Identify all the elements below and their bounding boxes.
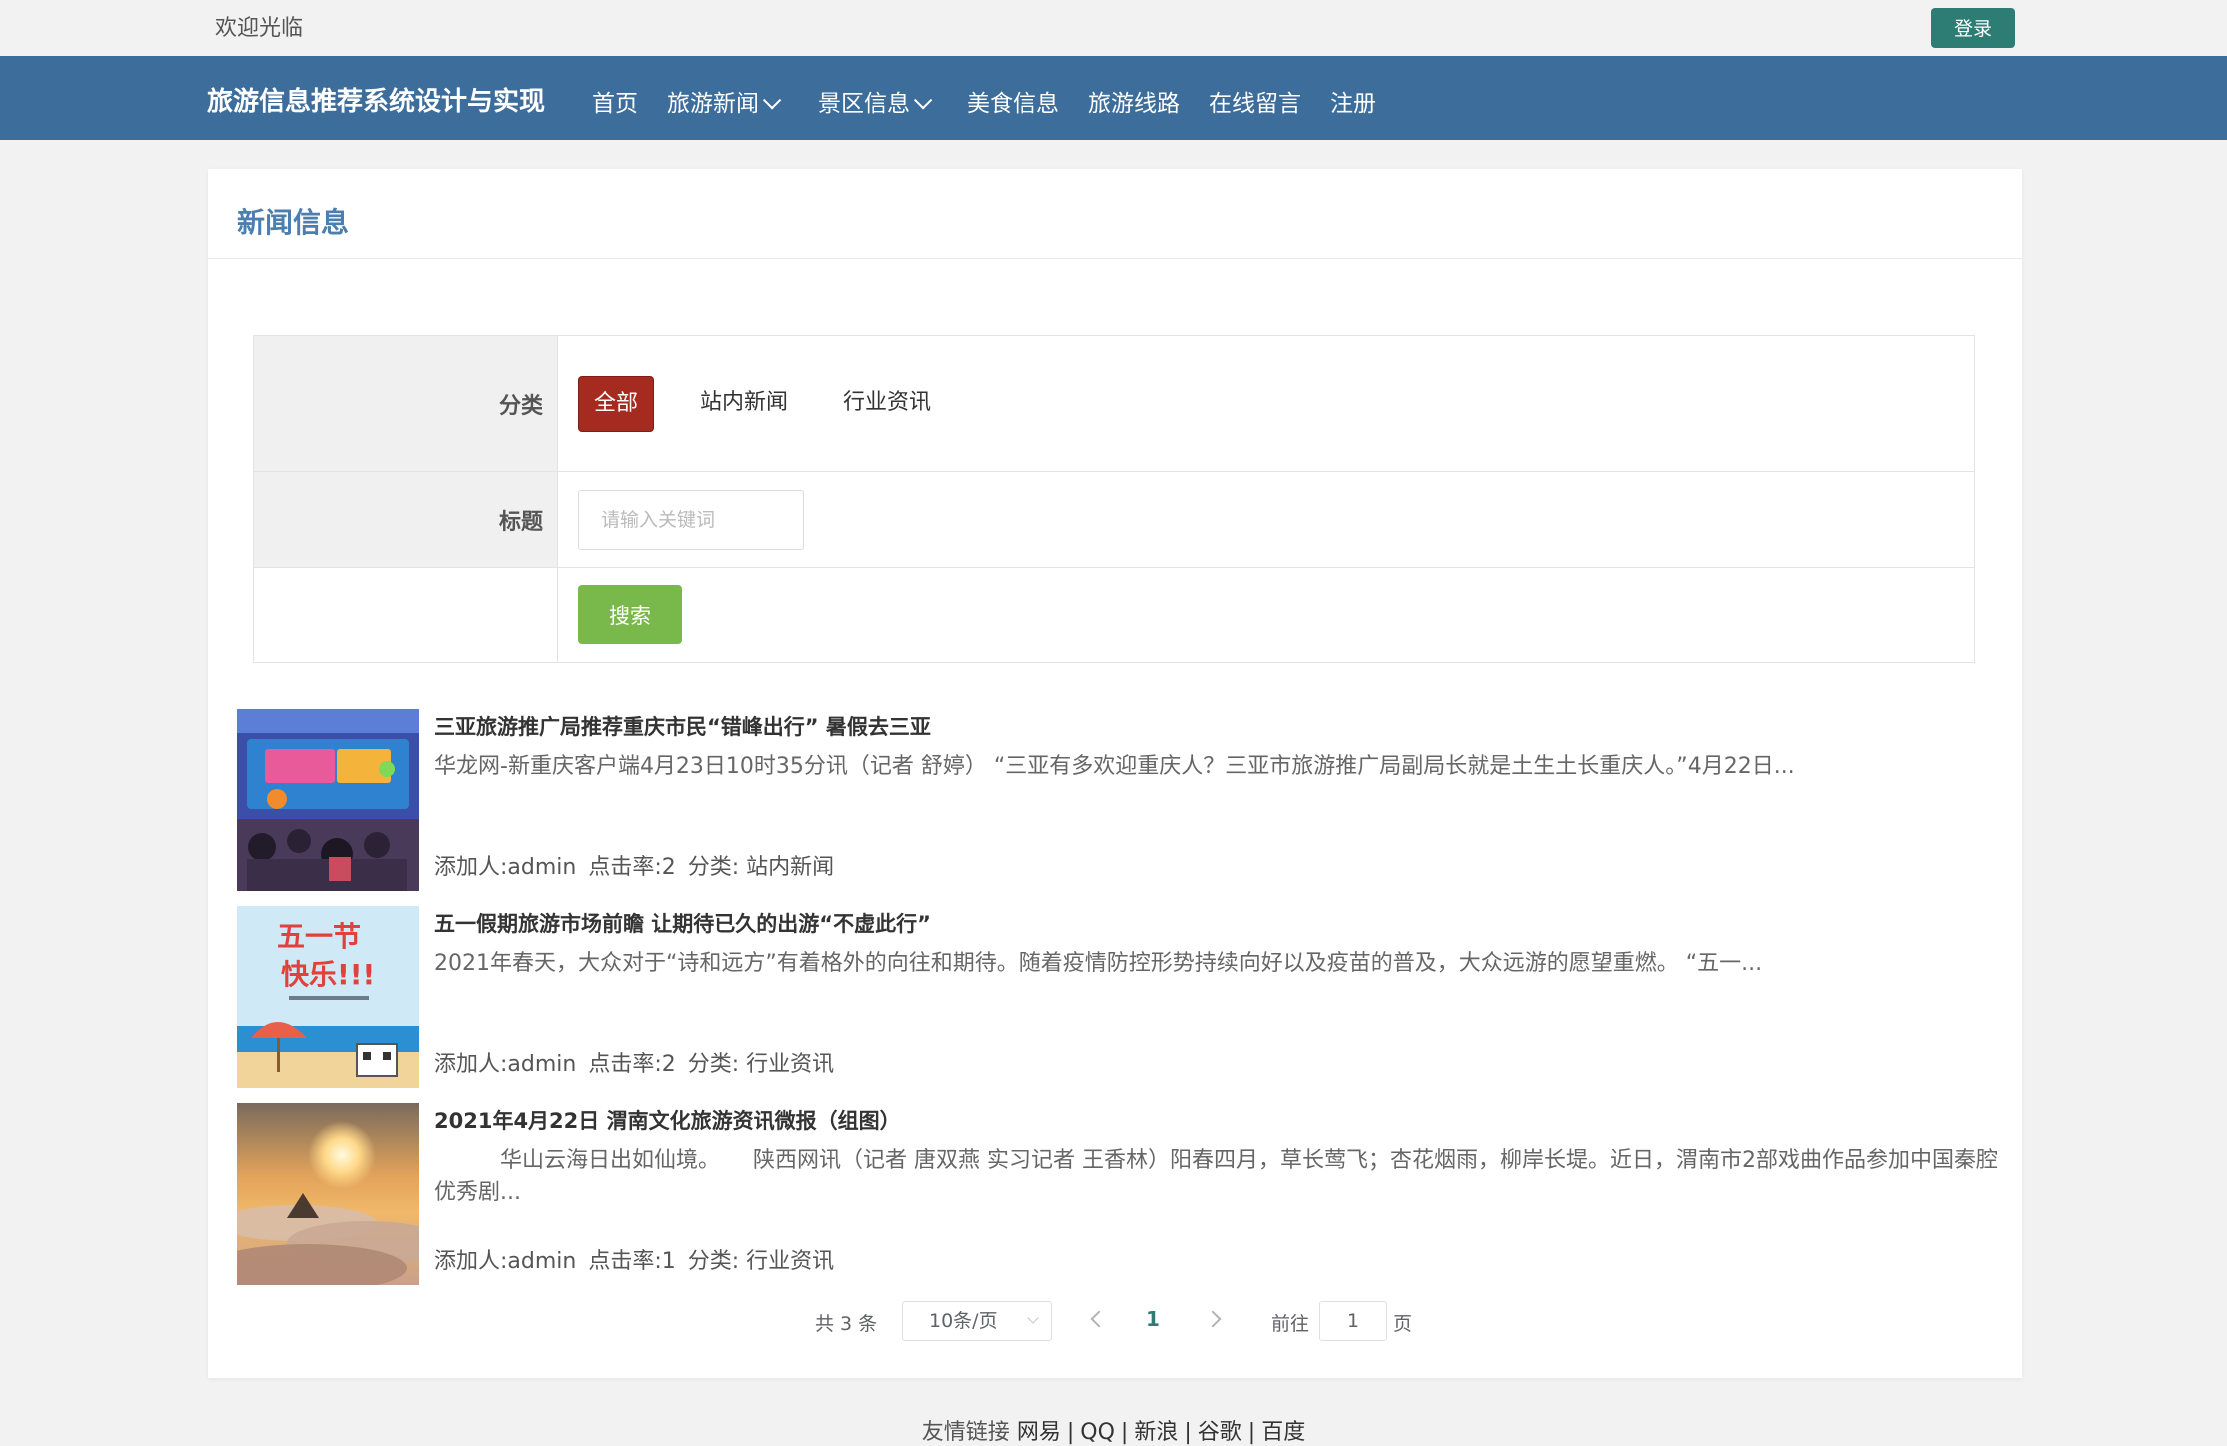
nav-item-home[interactable]: 首页 xyxy=(592,84,638,118)
nav-item-scenic-info[interactable]: 景区信息 xyxy=(818,84,933,118)
next-page-icon[interactable] xyxy=(1204,1310,1222,1328)
nav-item-label: 美食信息 xyxy=(967,91,1059,117)
chevron-down-icon xyxy=(913,91,933,110)
news-thumbnail[interactable] xyxy=(237,1103,419,1285)
nav-item-label: 旅游新闻 xyxy=(667,91,759,117)
category-options: 全部 站内新闻 行业资讯 xyxy=(559,336,1974,471)
news-title[interactable]: 2021年4月22日 渭南文化旅游资讯微报（组图） xyxy=(434,1105,901,1135)
news-author: 添加人:admin xyxy=(434,1249,577,1274)
pagination-total: 共 3 条 xyxy=(815,1313,878,1335)
title-label: 标题 xyxy=(254,472,558,567)
nav-item-label: 旅游线路 xyxy=(1088,91,1180,117)
news-summary: 2021年春天，大众对于“诗和远方”有着格外的向往和期待。随着疫情防控形势持续向… xyxy=(434,951,1763,976)
news-clicks: 点击率:2 xyxy=(588,855,676,880)
footer-label: 友情链接 xyxy=(921,1420,1010,1445)
footer-separator: | xyxy=(1120,1420,1129,1445)
news-clicks: 点击率:1 xyxy=(588,1249,676,1274)
news-title[interactable]: 五一假期旅游市场前瞻 让期待已久的出游“不虚此行” xyxy=(434,908,931,938)
page-title: 新闻信息 xyxy=(237,206,350,239)
site-brand[interactable]: 旅游信息推荐系统设计与实现 xyxy=(207,81,545,118)
news-panel: 新闻信息 分类 全部 站内新闻 行业资讯 标题 搜索 xyxy=(208,169,2022,1378)
footer-link-netease[interactable]: 网易 xyxy=(1017,1420,1061,1445)
page-suffix: 页 xyxy=(1393,1313,1413,1335)
chevron-down-icon xyxy=(762,91,782,110)
keyword-input[interactable] xyxy=(578,490,804,550)
welcome-text: 欢迎光临 xyxy=(215,16,304,41)
search-button[interactable]: 搜索 xyxy=(578,585,682,644)
nav-item-label: 首页 xyxy=(592,91,638,117)
top-bar: 欢迎光临 登录 xyxy=(0,0,2227,56)
news-author: 添加人:admin xyxy=(434,855,577,880)
search-cell: 搜索 xyxy=(559,568,1974,662)
footer-separator: | xyxy=(1066,1420,1075,1445)
goto-page-input[interactable] xyxy=(1319,1301,1387,1341)
footer-separator: | xyxy=(1247,1420,1256,1445)
search-row: 搜索 xyxy=(254,568,1974,662)
nav-item-food-info[interactable]: 美食信息 xyxy=(967,84,1059,118)
news-title[interactable]: 三亚旅游推广局推荐重庆市民“错峰出行” 暑假去三亚 xyxy=(434,711,931,741)
news-author: 添加人:admin xyxy=(434,1052,577,1077)
thumb-caption: 快乐!!! xyxy=(281,958,375,991)
nav-item-message-board[interactable]: 在线留言 xyxy=(1209,84,1301,118)
thumb-caption: 五一节 xyxy=(277,920,361,953)
category-all[interactable]: 全部 xyxy=(578,376,655,432)
category-site-news[interactable]: 站内新闻 xyxy=(685,376,803,430)
news-meta: 添加人:admin 点击率:2 分类: 行业资讯 xyxy=(434,1046,846,1078)
footer-separator: | xyxy=(1184,1420,1192,1445)
pagination: 共 3 条 10条/页 1 前往 页 xyxy=(208,1299,2022,1345)
nav-item-label: 注册 xyxy=(1330,91,1376,117)
list-item: 三亚旅游推广局推荐重庆市民“错峰出行” 暑假去三亚 华龙网-新重庆客户端4月23… xyxy=(237,709,1997,891)
nav-item-travel-news[interactable]: 旅游新闻 xyxy=(667,84,782,118)
news-thumbnail[interactable]: 五一节 快乐!!! xyxy=(237,906,419,1088)
main-nav: 旅游信息推荐系统设计与实现 首页 旅游新闻 景区信息 美食信息 旅游线路 在线留… xyxy=(0,56,2227,140)
list-item: 五一节 快乐!!! 五一假期旅游市场前瞻 让期待已久的出游“不虚此行” 2021… xyxy=(237,906,1997,1088)
news-meta: 添加人:admin 点击率:2 分类: 站内新闻 xyxy=(434,849,846,881)
nav-item-label: 景区信息 xyxy=(818,91,910,117)
page-size-value: 10条/页 xyxy=(929,1310,998,1332)
filter-table: 分类 全部 站内新闻 行业资讯 标题 搜索 xyxy=(253,335,1975,663)
login-button[interactable]: 登录 xyxy=(1931,8,2015,48)
title-row: 标题 xyxy=(254,472,1974,568)
category-row: 分类 全部 站内新闻 行业资讯 xyxy=(254,336,1974,472)
list-item: 2021年4月22日 渭南文化旅游资讯微报（组图） 华山云海日出如仙境。 陕西网… xyxy=(237,1103,1998,1285)
title-field-cell xyxy=(559,472,1974,567)
goto-label: 前往 xyxy=(1271,1313,1310,1335)
footer-link-qq[interactable]: QQ xyxy=(1080,1420,1115,1445)
news-summary: 华龙网-新重庆客户端4月23日10时35分讯（记者 舒婷） “三亚有多欢迎重庆人… xyxy=(434,754,1795,779)
category-industry-news[interactable]: 行业资讯 xyxy=(828,376,946,430)
news-category: 分类: 行业资讯 xyxy=(687,1249,835,1274)
news-clicks: 点击率:2 xyxy=(588,1052,676,1077)
empty-label-cell xyxy=(254,568,558,662)
category-label: 分类 xyxy=(254,336,558,471)
page-number-current[interactable]: 1 xyxy=(1146,1307,1160,1331)
footer-link-google[interactable]: 谷歌 xyxy=(1198,1420,1242,1445)
nav-item-label: 在线留言 xyxy=(1209,91,1301,117)
title-divider xyxy=(208,258,2022,259)
footer-link-baidu[interactable]: 百度 xyxy=(1261,1420,1305,1445)
news-meta: 添加人:admin 点击率:1 分类: 行业资讯 xyxy=(434,1243,846,1275)
news-thumbnail[interactable] xyxy=(237,709,419,891)
news-category: 分类: 行业资讯 xyxy=(687,1052,835,1077)
page-size-select[interactable]: 10条/页 xyxy=(902,1301,1052,1341)
chevron-down-icon xyxy=(1027,1312,1039,1324)
footer-link-sina[interactable]: 新浪 xyxy=(1134,1420,1178,1445)
footer-links: 友情链接 网易 | QQ | 新浪 | 谷歌 | 百度 xyxy=(0,1414,2227,1446)
nav-item-travel-routes[interactable]: 旅游线路 xyxy=(1088,84,1180,118)
nav-item-register[interactable]: 注册 xyxy=(1330,84,1376,118)
prev-page-icon[interactable] xyxy=(1090,1310,1108,1328)
news-summary: 华山云海日出如仙境。 陕西网讯（记者 唐双燕 实习记者 王香林）阳春四月，草长莺… xyxy=(434,1148,1998,1205)
news-category: 分类: 站内新闻 xyxy=(687,855,835,880)
